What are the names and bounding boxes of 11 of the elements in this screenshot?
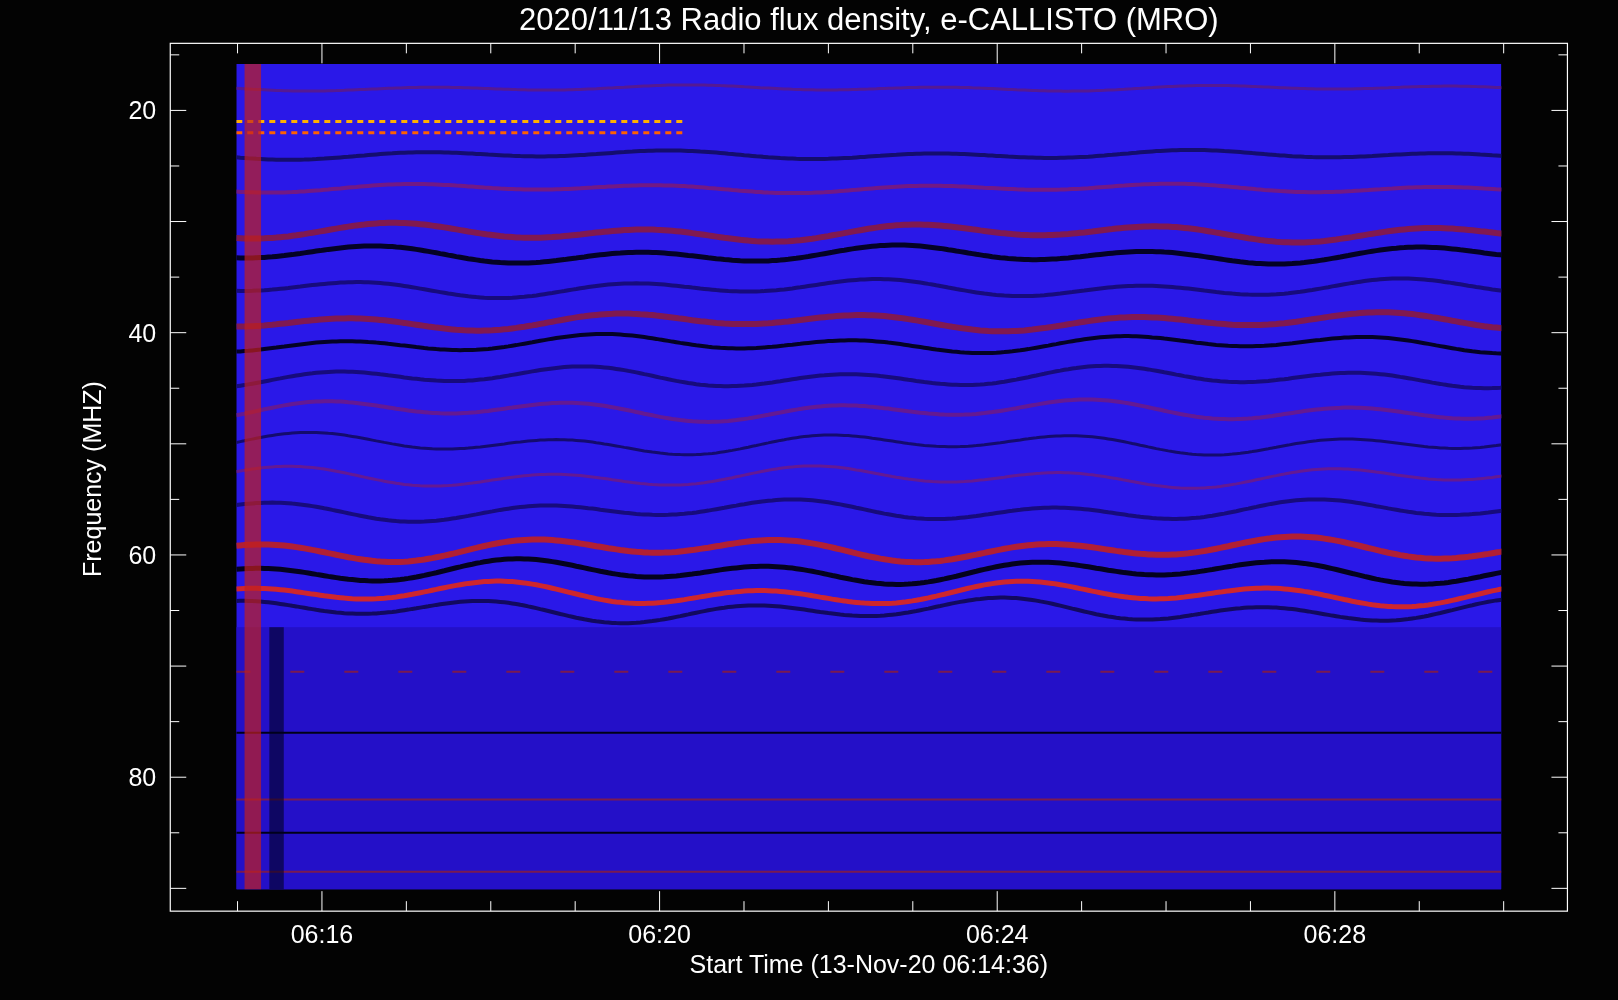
axis-tick-label: 80	[127, 762, 158, 794]
axis-tick-label: 06:20	[627, 919, 692, 951]
axis-title: Frequency (MHZ)	[77, 380, 107, 580]
chart-title: 2020/11/13 Radio flux density, e-CALLISTO (MRO)	[518, 1, 1220, 39]
axis-tick-label: 06:24	[964, 919, 1030, 951]
axis-tick-label: 40	[127, 317, 158, 349]
axis-tick-label: 06:16	[289, 919, 355, 951]
axis-tick-label: 06:28	[1302, 919, 1368, 951]
axis-title: Start Time (13-Nov-20 06:14:36)	[688, 949, 1050, 980]
axis-tick-label: 60	[127, 539, 158, 571]
axis-tick-label: 20	[127, 95, 158, 127]
